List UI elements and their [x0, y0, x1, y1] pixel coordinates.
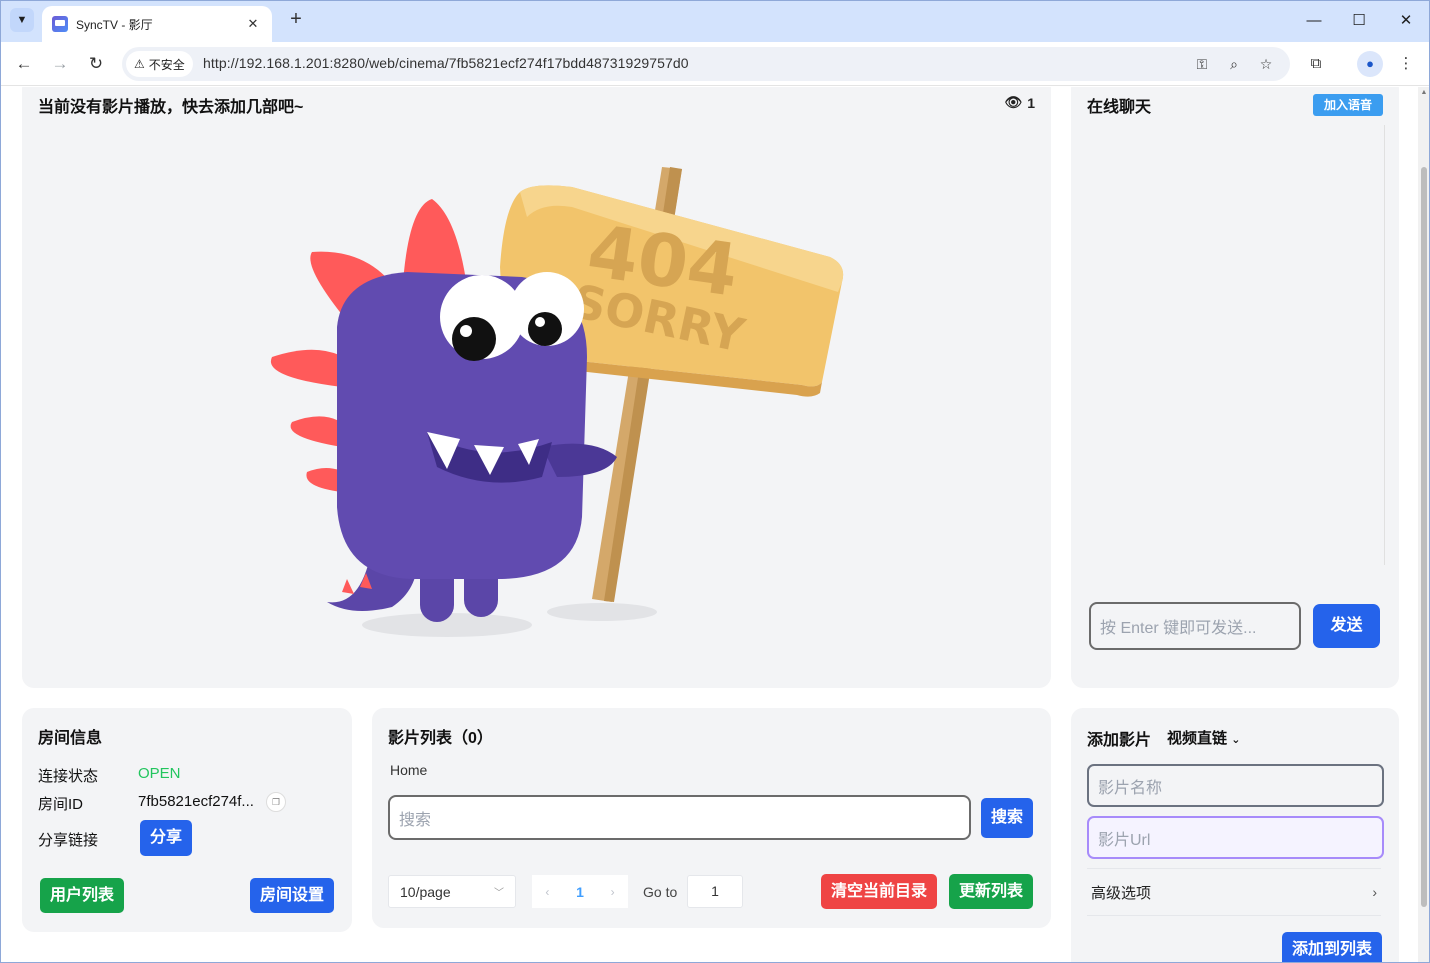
goto-page-input[interactable]: 1 — [687, 875, 743, 908]
bookmark-star-icon[interactable]: ☆ — [1255, 53, 1277, 75]
page-content: 当前没有影片播放，快去添加几部吧~ 👁 1 404 SORRY 在线聊天 加入语… — [0, 87, 1418, 963]
tab-close-icon[interactable]: ✕ — [244, 16, 262, 32]
browser-menu-icon[interactable]: ⋮ — [1393, 51, 1419, 77]
advanced-options-row[interactable]: 高级选项 › — [1087, 868, 1381, 916]
room-id-value: 7fb5821ecf274f... — [138, 793, 254, 810]
tab-title: SyncTV - 影厅 — [76, 17, 153, 32]
forward-icon[interactable]: → — [47, 51, 73, 77]
chevron-down-icon: ⌄ — [1231, 734, 1241, 746]
chat-scroll-track — [1384, 125, 1385, 565]
share-link-label: 分享链接 — [38, 832, 99, 849]
chat-title: 在线聊天 — [1087, 99, 1152, 116]
reload-icon[interactable]: ↻ — [83, 51, 109, 77]
scroll-up-arrow-icon[interactable]: ▲ — [1420, 89, 1428, 97]
tab-search-menu-icon[interactable]: ▼ — [10, 8, 34, 32]
connection-status-value: OPEN — [138, 765, 181, 782]
chat-card: 在线聊天 加入语音 按 Enter 键即可发送... 发送 — [1071, 87, 1399, 688]
pagination: ‹ 1 › — [532, 875, 628, 908]
page-size-select[interactable]: 10/page ﹀ — [388, 875, 516, 908]
404-dinosaur-illustration: 404 SORRY — [270, 167, 844, 637]
movie-search-input[interactable]: 搜索 — [388, 795, 971, 840]
refresh-list-button[interactable]: 更新列表 — [949, 874, 1033, 909]
security-label: 不安全 — [148, 57, 185, 72]
clear-directory-button[interactable]: 清空当前目录 — [821, 874, 937, 909]
current-page[interactable]: 1 — [576, 884, 584, 900]
url-text[interactable]: http://192.168.1.201:8280/web/cinema/7fb… — [203, 55, 689, 71]
chevron-right-icon: › — [1372, 884, 1377, 900]
new-tab-icon[interactable]: + — [284, 8, 308, 32]
search-placeholder: 搜索 — [399, 811, 432, 829]
add-mode-dropdown[interactable]: 视频直链 ⌄ — [1167, 727, 1240, 748]
viewer-count-value: 1 — [1027, 94, 1035, 111]
share-button[interactable]: 分享 — [140, 820, 192, 856]
room-settings-button[interactable]: 房间设置 — [250, 878, 334, 913]
movie-list-title: 影片列表（0） — [388, 730, 493, 747]
next-page-icon[interactable]: › — [611, 885, 615, 899]
user-list-button[interactable]: 用户列表 — [40, 878, 124, 913]
eye-icon: 👁 — [1004, 94, 1023, 110]
chevron-down-icon: ﹀ — [494, 888, 504, 899]
search-button[interactable]: 搜索 — [981, 798, 1033, 838]
browser-toolbar: ← → ↻ ⚠ 不安全 http://192.168.1.201:8280/we… — [0, 42, 1430, 86]
page-size-value: 10/page — [400, 883, 451, 900]
room-info-card: 房间信息 连接状态 OPEN 房间ID 7fb5821ecf274f... ❐ … — [22, 708, 352, 932]
chat-input-placeholder: 按 Enter 键即可发送... — [1100, 620, 1257, 637]
advanced-options-label: 高级选项 — [1091, 884, 1152, 902]
join-voice-button[interactable]: 加入语音 — [1312, 94, 1383, 116]
maximize-icon[interactable]: ☐ — [1344, 8, 1374, 34]
goto-label: Go to — [643, 884, 678, 900]
zoom-icon[interactable]: ⌕ — [1223, 53, 1245, 75]
browser-tab-bar: ▼ SyncTV - 影厅 ✕ + — ☐ ✕ — [0, 0, 1430, 42]
scrollbar-thumb[interactable] — [1421, 167, 1427, 907]
address-bar[interactable]: ⚠ 不安全 http://192.168.1.201:8280/web/cine… — [122, 47, 1290, 81]
copy-icon[interactable]: ❐ — [266, 792, 286, 812]
viewer-count: 👁 1 — [1004, 94, 1035, 111]
synctv-favicon-icon — [52, 16, 68, 32]
movie-name-placeholder: 影片名称 — [1098, 779, 1163, 797]
add-to-list-button[interactable]: 添加到列表 — [1282, 932, 1382, 963]
room-info-title: 房间信息 — [38, 730, 103, 747]
page-scrollbar[interactable]: ▲ — [1418, 87, 1430, 963]
prev-page-icon[interactable]: ‹ — [545, 885, 549, 899]
minimize-icon[interactable]: — — [1299, 8, 1329, 34]
movie-list-card: 影片列表（0） Home 搜索 搜索 10/page ﹀ ‹ 1 › Go to… — [372, 708, 1051, 928]
browser-tab[interactable]: SyncTV - 影厅 ✕ — [42, 6, 272, 42]
add-movie-title: 添加影片 — [1087, 732, 1152, 749]
window-close-icon[interactable]: ✕ — [1391, 8, 1421, 34]
add-mode-value: 视频直链 — [1167, 730, 1228, 747]
room-id-label: 房间ID — [38, 796, 84, 813]
chat-message-input[interactable]: 按 Enter 键即可发送... — [1089, 602, 1301, 650]
warning-icon: ⚠ — [134, 57, 145, 71]
back-icon[interactable]: ← — [11, 51, 37, 77]
security-chip[interactable]: ⚠ 不安全 — [126, 51, 193, 77]
password-key-icon[interactable]: ⚿ — [1191, 53, 1213, 75]
movie-url-placeholder: 影片Url — [1098, 831, 1151, 849]
send-button[interactable]: 发送 — [1313, 604, 1380, 648]
player-card: 当前没有影片播放，快去添加几部吧~ 👁 1 404 SORRY — [22, 87, 1051, 688]
profile-avatar-icon[interactable]: ● — [1357, 51, 1383, 77]
add-movie-card: 添加影片 视频直链 ⌄ 影片名称 影片Url 高级选项 › 添加到列表 — [1071, 708, 1399, 963]
connection-status-label: 连接状态 — [38, 768, 99, 785]
movie-url-input[interactable]: 影片Url — [1087, 816, 1384, 859]
extensions-icon[interactable]: ⧉ — [1303, 51, 1329, 77]
breadcrumb-home[interactable]: Home — [390, 762, 427, 778]
player-title: 当前没有影片播放，快去添加几部吧~ — [38, 99, 304, 116]
movie-name-input[interactable]: 影片名称 — [1087, 764, 1384, 807]
